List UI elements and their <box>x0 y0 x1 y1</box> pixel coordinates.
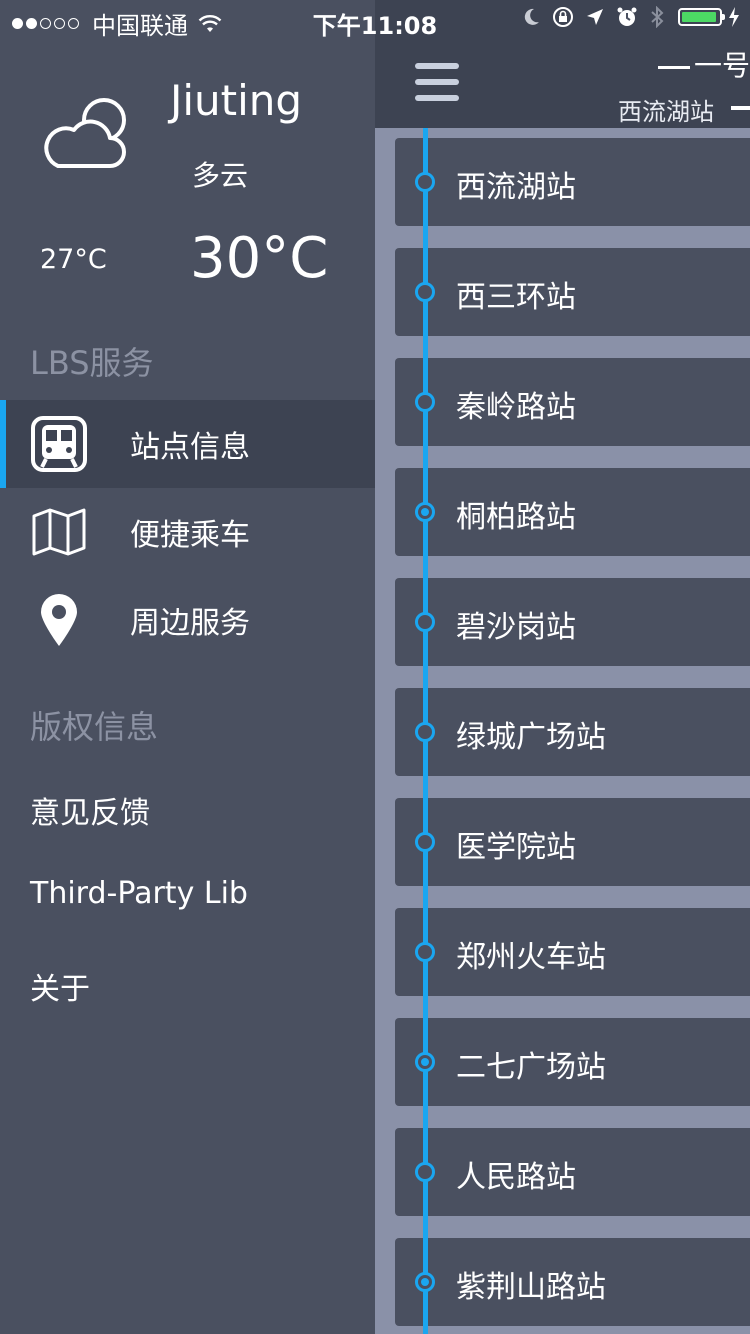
station-name: 二七广场站 <box>456 1050 606 1085</box>
lbs-section-title: LBS服务 <box>30 344 154 382</box>
main-panel: 一号 西流湖站 西流湖站西三环站秦岭路站桐柏路站碧沙岗站绿城广场站医学院站郑州火… <box>375 0 750 1334</box>
station-node-icon <box>415 282 435 302</box>
line-title-dash <box>657 65 690 69</box>
station-name: 紫荆山路站 <box>456 1270 606 1305</box>
location-pin-icon <box>30 591 88 649</box>
station-name: 人民路站 <box>456 1160 576 1195</box>
weather-city: Jiuting <box>170 76 303 125</box>
menu-item-label: 便捷乘车 <box>130 518 250 553</box>
station-card[interactable]: 西三环站 <box>395 248 750 336</box>
station-node-icon <box>415 392 435 412</box>
battery-tip <box>722 14 725 20</box>
station-node-icon <box>415 1272 435 1292</box>
menu-item-convenient-ride[interactable]: 便捷乘车 <box>0 488 375 576</box>
station-name: 西流湖站 <box>456 170 576 205</box>
menu-item-nearby-services[interactable]: 周边服务 <box>0 576 375 664</box>
menu-item-station-info[interactable]: 站点信息 <box>0 400 375 488</box>
map-icon <box>30 503 88 561</box>
station-node-icon <box>415 502 435 522</box>
alarm-icon <box>617 7 637 26</box>
partly-cloudy-icon <box>44 98 126 168</box>
status-right <box>510 6 740 28</box>
charging-bolt-icon <box>729 7 739 27</box>
station-card[interactable]: 人民路站 <box>395 1128 750 1216</box>
menu-item-label: 站点信息 <box>130 430 250 465</box>
station-card[interactable]: 医学院站 <box>395 798 750 886</box>
station-name: 西三环站 <box>456 280 576 315</box>
station-card[interactable]: 紫荆山路站 <box>395 1238 750 1326</box>
side-drawer: Jiuting 多云 27°C 30°C LBS服务 站点信息 便捷乘车 周边服… <box>0 0 375 1334</box>
menu-item-about[interactable]: 关于 <box>30 964 90 1008</box>
station-node-icon <box>415 172 435 192</box>
station-node-icon <box>415 942 435 962</box>
station-name: 绿城广场站 <box>456 720 606 755</box>
location-arrow-icon <box>587 9 603 25</box>
line-title-text: 一号 <box>693 49 750 82</box>
station-card[interactable]: 二七广场站 <box>395 1018 750 1106</box>
station-card[interactable]: 碧沙岗站 <box>395 578 750 666</box>
station-name: 医学院站 <box>456 830 576 865</box>
menu-item-feedback[interactable]: 意见反馈 <box>30 788 150 832</box>
menu-item-third-party-lib[interactable]: Third-Party Lib <box>30 876 248 911</box>
station-card[interactable]: 绿城广场站 <box>395 688 750 776</box>
battery-icon <box>678 8 725 26</box>
station-node-icon <box>415 612 435 632</box>
station-name: 桐柏路站 <box>456 500 576 535</box>
station-name: 秦岭路站 <box>456 390 576 425</box>
station-node-icon <box>415 1052 435 1072</box>
station-node-icon <box>415 832 435 852</box>
rotation-lock-icon <box>553 7 573 27</box>
station-name: 碧沙岗站 <box>456 610 576 645</box>
copyright-section-title: 版权信息 <box>30 708 159 746</box>
station-card[interactable]: 桐柏路站 <box>395 468 750 556</box>
origin-station-label: 西流湖站 <box>618 98 714 126</box>
origin-station-dash <box>731 106 750 110</box>
train-icon <box>30 415 88 473</box>
menu-item-label: 周边服务 <box>130 606 250 641</box>
weather-condition: 多云 <box>192 159 249 192</box>
moon-icon <box>524 8 539 25</box>
station-name: 郑州火车站 <box>456 940 606 975</box>
line-title: 一号 <box>657 44 750 84</box>
temperature-high: 30°C <box>190 226 329 291</box>
station-node-icon <box>415 1162 435 1182</box>
battery-fill <box>682 12 717 22</box>
temperature-low: 27°C <box>40 244 107 275</box>
status-bar: 中国联通 下午11:08 <box>0 0 750 40</box>
station-card[interactable]: 郑州火车站 <box>395 908 750 996</box>
station-card[interactable]: 秦岭路站 <box>395 358 750 446</box>
bluetooth-icon <box>651 6 664 28</box>
menu-hamburger-icon[interactable] <box>415 63 459 101</box>
station-node-icon <box>415 722 435 742</box>
station-card[interactable]: 西流湖站 <box>395 138 750 226</box>
